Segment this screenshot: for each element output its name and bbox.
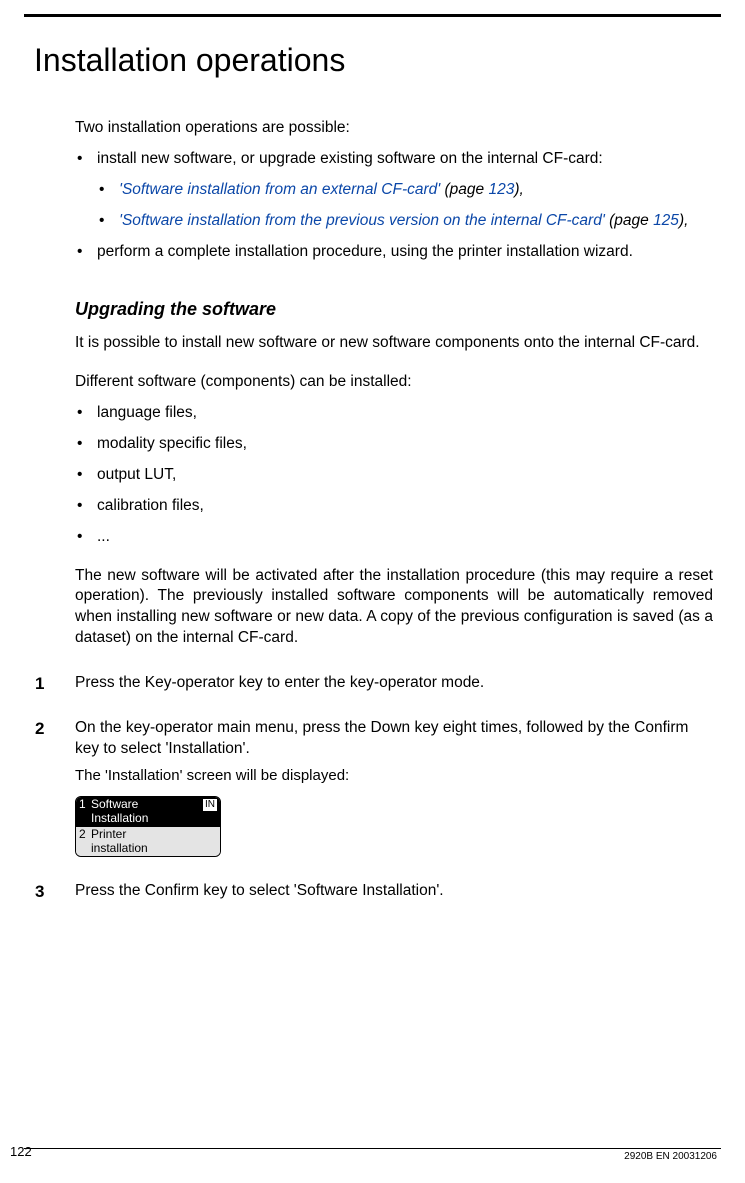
list-text: language files,: [97, 404, 197, 421]
xref-link[interactable]: 'Software installation from the previous…: [119, 212, 605, 229]
menu-index: 2: [79, 828, 91, 856]
list-text: calibration files,: [97, 497, 204, 514]
menu-text: Printer installation: [91, 828, 217, 856]
lcd-screen: 1 Software Installation IN 2 Printer ins…: [75, 796, 221, 857]
list-item: output LUT,: [75, 465, 713, 486]
components-list: language files, modality specific files,…: [75, 403, 713, 548]
list-text: output LUT,: [97, 466, 176, 483]
list-item: calibration files,: [75, 496, 713, 517]
menu-line: Software: [91, 798, 203, 812]
list-item: install new software, or upgrade existin…: [75, 149, 713, 232]
page-title: Installation operations: [34, 39, 745, 82]
main-list: install new software, or upgrade existin…: [75, 149, 713, 263]
steps-list: 1 Press the Key-operator key to enter th…: [75, 673, 713, 902]
list-text: perform a complete installation procedur…: [97, 243, 633, 260]
document-id: 2920B EN 20031206: [624, 1150, 717, 1164]
sub-list: 'Software installation from an external …: [97, 180, 713, 232]
xref-link[interactable]: 'Software installation from an external …: [119, 181, 440, 198]
list-text: install new software, or upgrade existin…: [97, 150, 603, 167]
step-item: 3 Press the Confirm key to select 'Softw…: [75, 881, 713, 902]
step-number: 1: [35, 673, 44, 696]
footer-rule: [24, 1148, 721, 1149]
menu-line: Installation: [91, 812, 203, 826]
content-body: Two installation operations are possible…: [75, 118, 713, 902]
step-followup: The 'Installation' screen will be displa…: [75, 766, 713, 786]
list-item: 'Software installation from the previous…: [97, 211, 713, 232]
xref-page-number[interactable]: 125: [653, 212, 679, 229]
menu-line: Printer: [91, 828, 217, 842]
list-item: perform a complete installation procedur…: [75, 242, 713, 263]
xref-page-open: (page: [609, 212, 653, 229]
xref-page-open: (page: [440, 181, 488, 198]
list-item: 'Software installation from an external …: [97, 180, 713, 201]
step-number: 3: [35, 881, 44, 904]
menu-row: 2 Printer installation: [76, 827, 220, 857]
list-text: ...: [97, 528, 110, 545]
list-item: modality specific files,: [75, 434, 713, 455]
xref-close: ),: [514, 181, 523, 198]
xref-close: ),: [679, 212, 688, 229]
intro-text: Two installation operations are possible…: [75, 118, 713, 139]
list-item: ...: [75, 527, 713, 548]
paragraph: It is possible to install new software o…: [75, 333, 713, 354]
paragraph: Different software (components) can be i…: [75, 372, 713, 393]
step-item: 1 Press the Key-operator key to enter th…: [75, 673, 713, 694]
page-number: 122: [10, 1143, 32, 1161]
step-text: On the key-operator main menu, press the…: [75, 719, 688, 757]
step-number: 2: [35, 718, 44, 741]
menu-line: installation: [91, 842, 217, 856]
step-text: Press the Confirm key to select 'Softwar…: [75, 882, 444, 899]
list-text: modality specific files,: [97, 435, 247, 452]
top-rule: [24, 14, 721, 17]
xref-page-number[interactable]: 123: [488, 181, 514, 198]
list-item: language files,: [75, 403, 713, 424]
paragraph: The new software will be activated after…: [75, 566, 713, 650]
step-text: Press the Key-operator key to enter the …: [75, 674, 484, 691]
menu-row-selected: 1 Software Installation IN: [76, 797, 220, 827]
step-item: 2 On the key-operator main menu, press t…: [75, 718, 713, 857]
menu-text: Software Installation: [91, 798, 203, 826]
section-heading: Upgrading the software: [75, 297, 713, 321]
menu-index: 1: [79, 798, 91, 826]
menu-tag: IN: [203, 799, 217, 811]
